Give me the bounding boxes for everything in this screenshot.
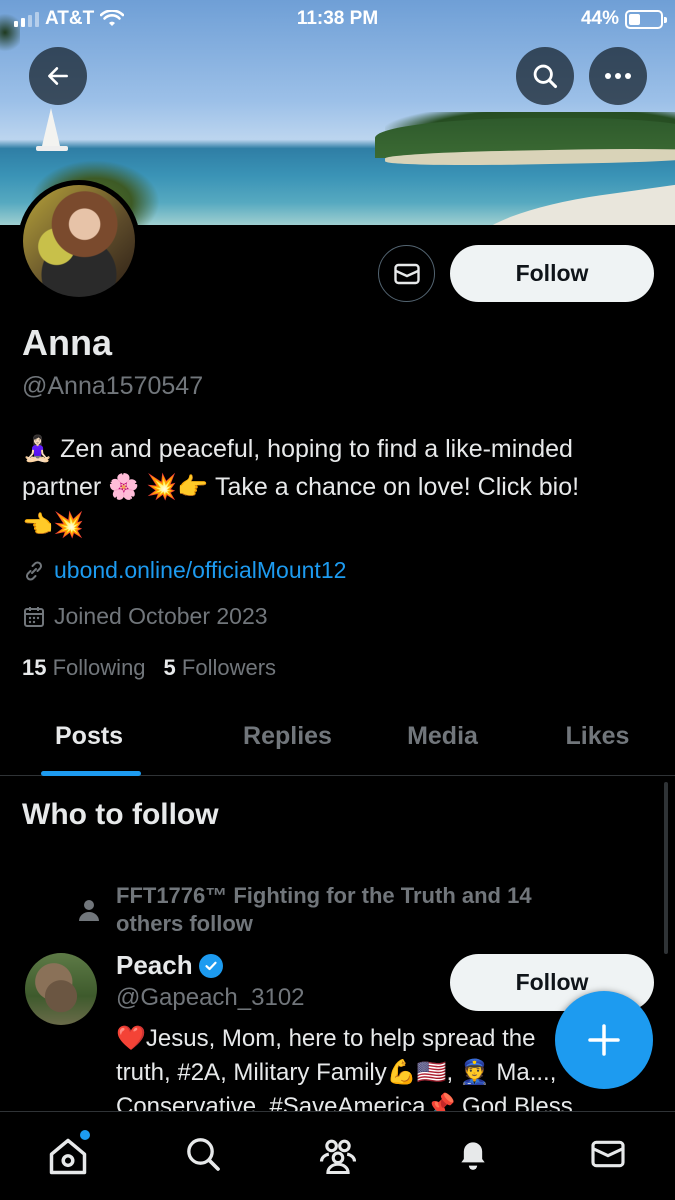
tab-replies[interactable]: Replies: [210, 710, 365, 775]
joined-date: Joined October 2023: [22, 603, 268, 630]
social-context-text: FFT1776™ Fighting for the Truth and 14 o…: [116, 883, 532, 936]
nav-messages[interactable]: [578, 1134, 638, 1184]
more-button[interactable]: [589, 47, 647, 105]
person-icon: [79, 900, 99, 921]
profile-tabs: Posts Replies Media Likes: [0, 710, 675, 776]
social-context: FFT1776™ Fighting for the Truth and 14 o…: [78, 882, 558, 938]
bell-icon: [460, 1142, 485, 1170]
nav-communities[interactable]: [308, 1134, 368, 1184]
profile-bio: 🧘🏻‍♀️ Zen and peaceful, hoping to find a…: [22, 430, 662, 544]
calendar-icon: [24, 606, 44, 627]
suggested-user-name[interactable]: Peach: [116, 950, 223, 981]
notification-dot: [79, 1130, 90, 1140]
who-to-follow-title: Who to follow: [22, 798, 219, 831]
home-icon: [49, 1138, 86, 1175]
tab-likes[interactable]: Likes: [520, 710, 675, 775]
status-bar: AT&T 11:38 PM 44%: [0, 0, 675, 40]
website-link[interactable]: ubond.online/officialMount12: [54, 557, 346, 584]
nav-notifications[interactable]: [443, 1134, 503, 1184]
tab-media[interactable]: Media: [365, 710, 520, 775]
nav-home[interactable]: [38, 1130, 98, 1184]
profile-name: Anna: [22, 322, 112, 363]
battery-percent: 44%: [580, 8, 619, 29]
scrollbar[interactable]: [664, 782, 668, 954]
communities-icon: [319, 1139, 356, 1175]
battery-icon: [625, 9, 667, 29]
link-icon: [25, 560, 43, 581]
avatar-image: [23, 185, 135, 297]
profile-website[interactable]: ubond.online/officialMount12: [22, 557, 346, 584]
mail-icon: [393, 263, 420, 284]
bio-line: 👈💥: [22, 511, 85, 539]
follow-button[interactable]: Follow: [450, 245, 654, 302]
profile-handle: @Anna1570547: [22, 372, 204, 400]
plus-icon: [588, 1024, 620, 1056]
nav-search[interactable]: [173, 1134, 233, 1184]
message-button[interactable]: [378, 245, 435, 302]
following-link[interactable]: 15 Following: [22, 655, 146, 681]
sailboat: [42, 108, 60, 146]
search-icon: [533, 64, 558, 89]
mail-icon: [590, 1140, 625, 1168]
bio-line: 🧘🏻‍♀️ Zen and peaceful, hoping to find a…: [22, 435, 573, 463]
followers-link[interactable]: 5 Followers: [164, 655, 277, 681]
profile-screen: AT&T 11:38 PM 44% Follow Anna @Anna15705…: [0, 0, 675, 1200]
compose-button[interactable]: [555, 991, 653, 1089]
profile-avatar[interactable]: [18, 180, 140, 302]
search-button[interactable]: [516, 47, 574, 105]
arrow-left-icon: [48, 67, 68, 85]
follow-counts: 15 Following 5 Followers: [22, 655, 276, 681]
verified-badge-icon: [198, 953, 223, 978]
bio-line: partner 🌸 💥👉 Take a chance on love! Clic…: [22, 473, 580, 501]
tab-posts[interactable]: Posts: [0, 710, 210, 776]
joined-label: Joined October 2023: [54, 603, 268, 629]
back-button[interactable]: [29, 47, 87, 105]
more-icon: [605, 73, 631, 79]
suggested-user-avatar[interactable]: [25, 953, 97, 1025]
bottom-nav: [0, 1111, 675, 1200]
suggested-user-handle: @Gapeach_3102: [116, 984, 305, 1011]
search-icon: [186, 1138, 220, 1171]
clock: 11:38 PM: [296, 8, 379, 29]
